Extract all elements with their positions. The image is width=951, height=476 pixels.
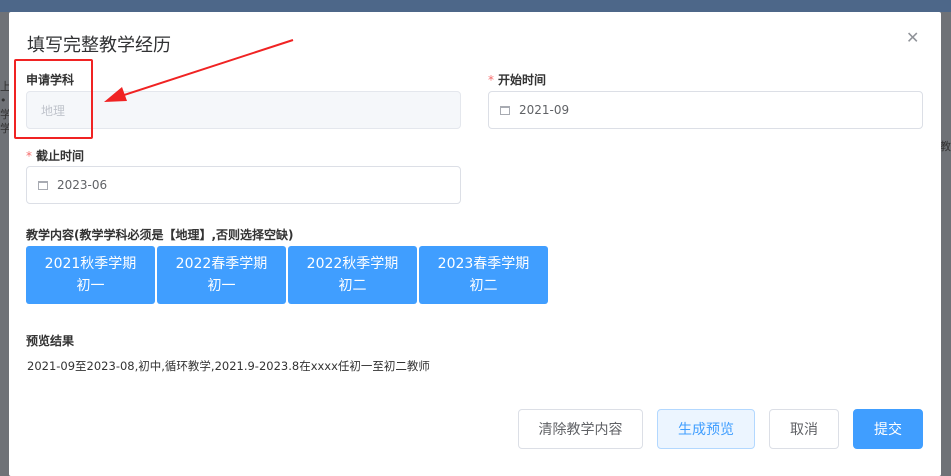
annotation-arrow-icon: [104, 39, 294, 102]
